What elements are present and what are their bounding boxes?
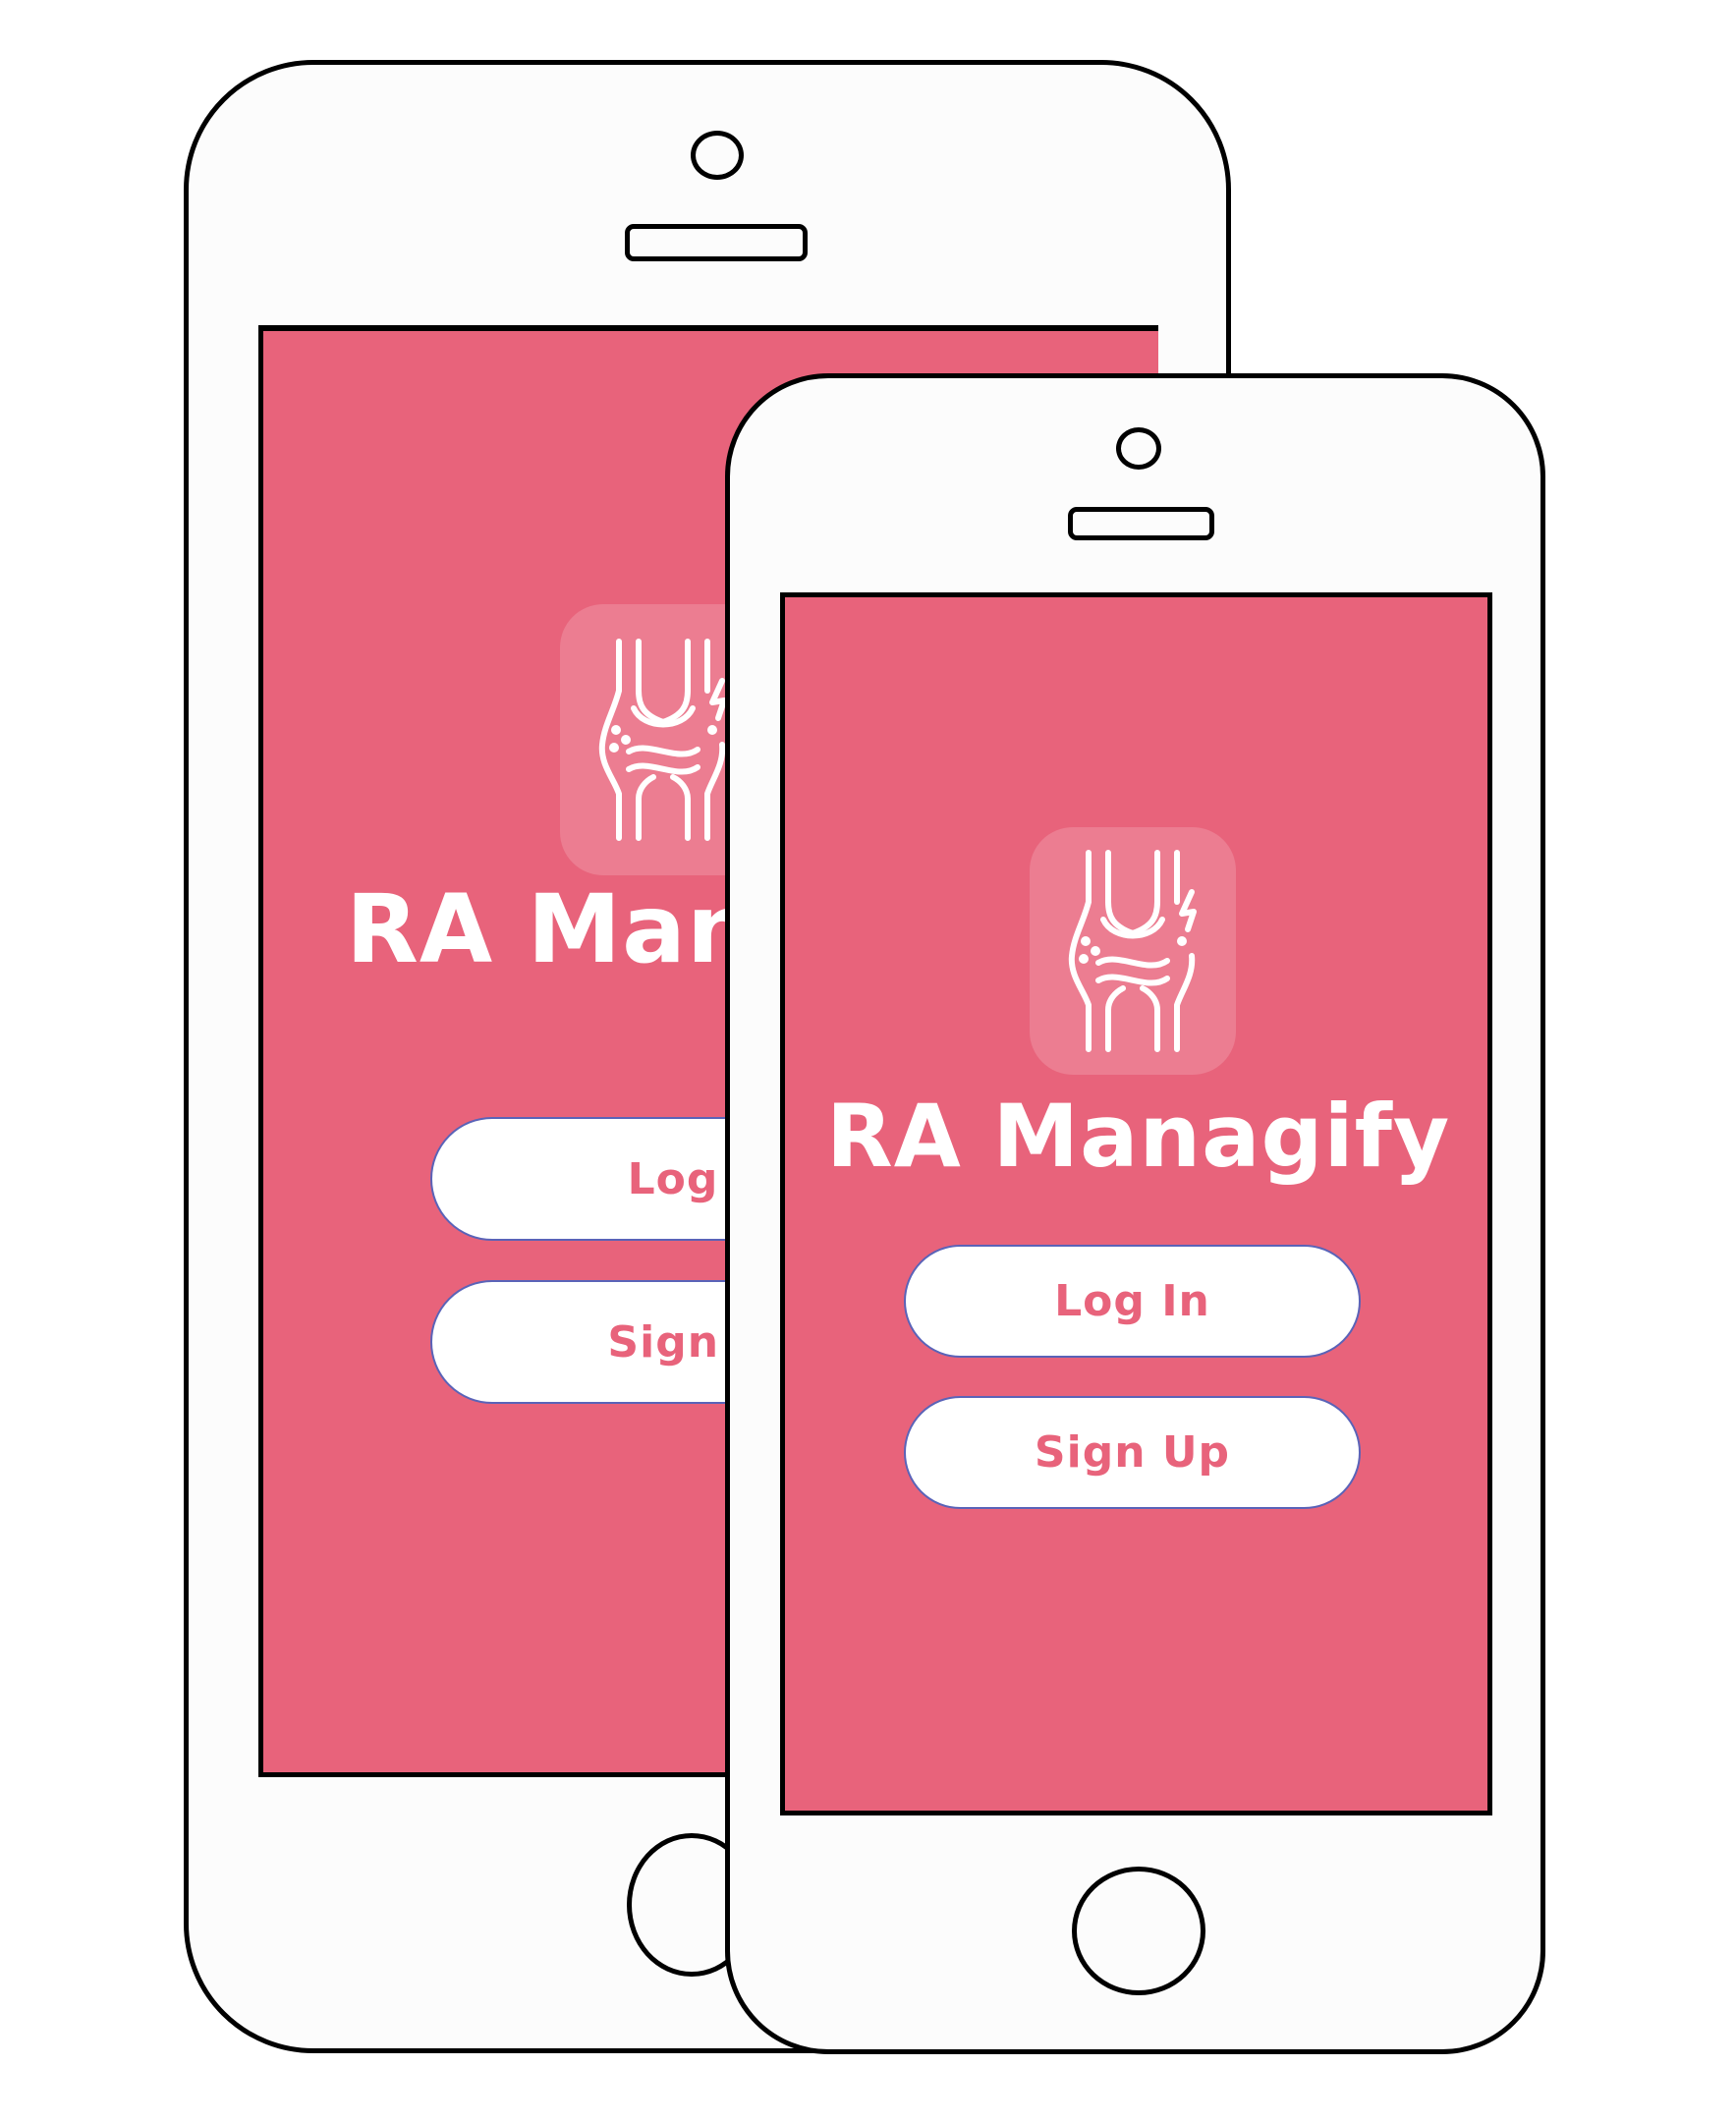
- login-button[interactable]: Log In: [904, 1245, 1361, 1358]
- front-camera: [1116, 427, 1161, 470]
- signup-button[interactable]: Sign Up: [904, 1396, 1361, 1509]
- earpiece-speaker: [625, 224, 808, 261]
- app-logo: [1030, 827, 1236, 1075]
- earpiece-speaker: [1068, 507, 1214, 540]
- app-title: RA Managify: [826, 1086, 1451, 1187]
- phone-screen: RA Managify Log In Sign Up: [780, 592, 1492, 1815]
- home-button[interactable]: [1072, 1867, 1205, 1995]
- front-camera: [691, 131, 744, 180]
- phone-device-frame: RA Managify Log In Sign Up: [725, 373, 1545, 2054]
- knee-joint-icon: [1068, 850, 1197, 1052]
